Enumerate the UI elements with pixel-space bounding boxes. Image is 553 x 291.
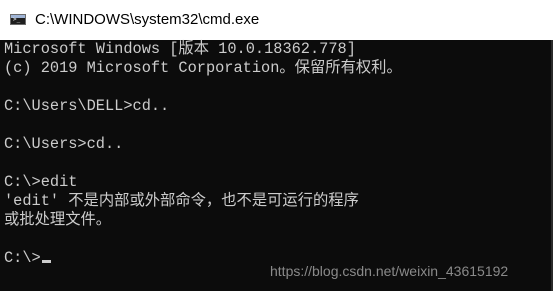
watermark: https://blog.csdn.net/weixin_43615192 [270, 263, 509, 279]
console-line: 或批处理文件。 [4, 211, 112, 229]
console-output[interactable]: Microsoft Windows [版本 10.0.18362.778] (c… [4, 40, 549, 291]
console-line: C:\Users>cd.. [4, 135, 124, 153]
title-bar[interactable]: >_ C:\WINDOWS\system32\cmd.exe [0, 0, 553, 40]
window-title: C:\WINDOWS\system32\cmd.exe [35, 11, 260, 28]
prompt-text: C:\> [4, 249, 41, 267]
console-line: Microsoft Windows [版本 10.0.18362.778] [4, 40, 356, 58]
console-line: (c) 2019 Microsoft Corporation。保留所有权利。 [4, 59, 402, 77]
console-line: C:\Users\DELL>cd.. [4, 97, 170, 115]
console-line: C:\>edit [4, 173, 78, 191]
console-line: 'edit' 不是内部或外部命令，也不是可运行的程序 [4, 192, 359, 210]
text-cursor [41, 260, 51, 263]
cmd-window: >_ C:\WINDOWS\system32\cmd.exe Microsoft… [0, 0, 553, 291]
cmd-icon-glyph: >_ [13, 16, 21, 23]
cmd-icon[interactable]: >_ [10, 14, 26, 25]
